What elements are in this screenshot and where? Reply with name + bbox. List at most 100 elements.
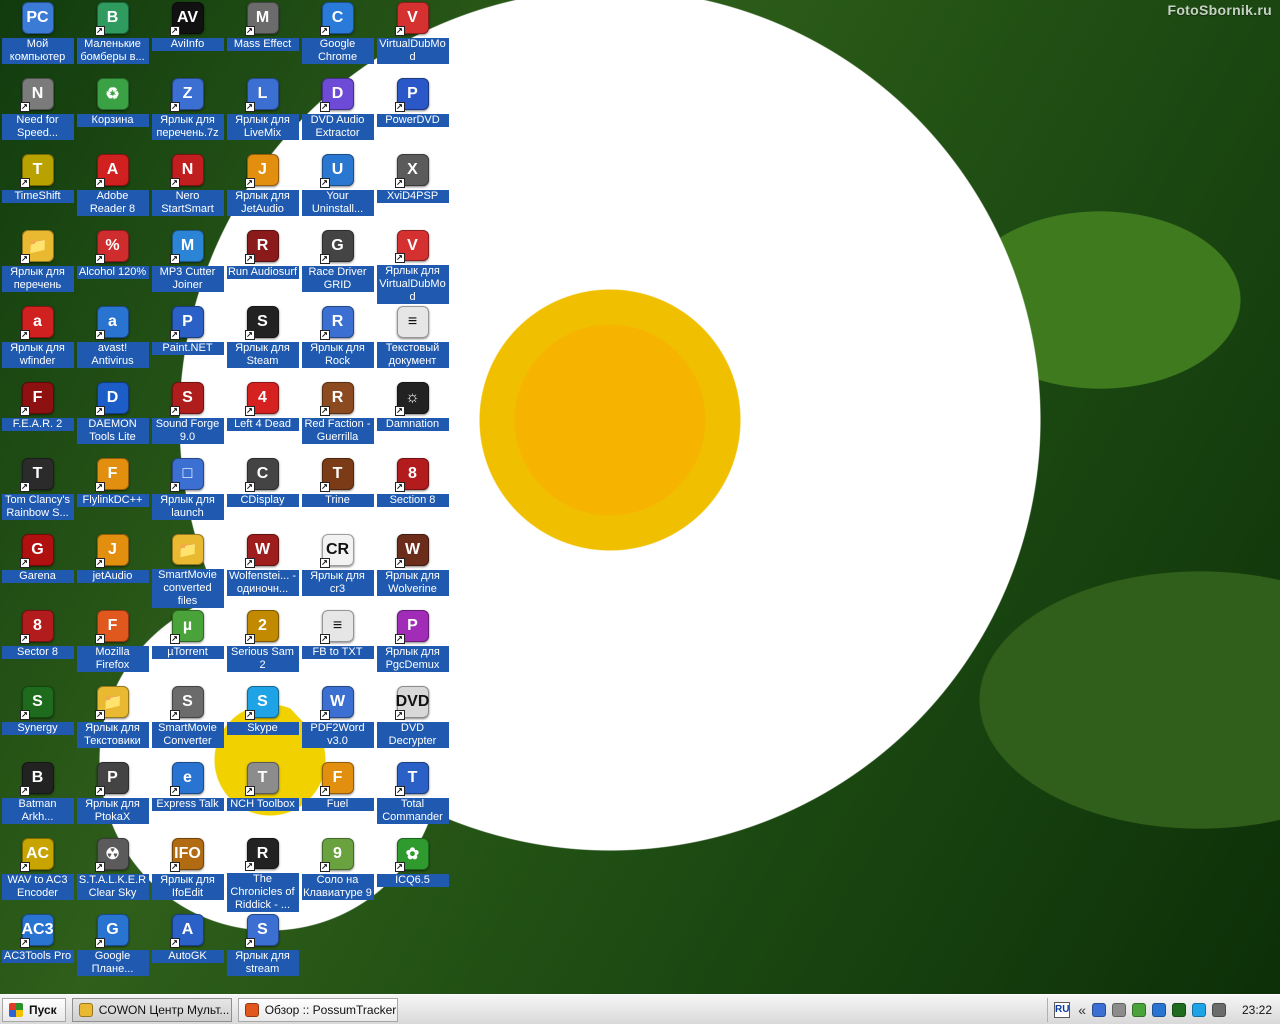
desktop-icon[interactable]: ✿ ↗ ICQ6.5 — [375, 836, 450, 912]
skype-icon[interactable] — [1192, 1002, 1206, 1017]
desktop-icon[interactable]: S ↗ Ярлык для Steam — [225, 304, 300, 380]
desktop-icon[interactable]: W ↗ Ярлык для Wolverine — [375, 532, 450, 608]
network-icon[interactable] — [1152, 1002, 1166, 1017]
desktop-icon[interactable]: A ↗ AutoGK — [150, 912, 225, 988]
desktop-icon[interactable]: V ↗ VirtualDubMod — [375, 0, 450, 76]
desktop-icon[interactable]: S ↗ Synergy — [0, 684, 75, 760]
shortcut-arrow-icon: ↗ — [244, 26, 255, 36]
desktop-icon[interactable]: ≡ ↗ FB to TXT — [300, 608, 375, 684]
desktop-icon[interactable]: G ↗ Google Плане... — [75, 912, 150, 988]
desktop-icon[interactable]: 📁 SmartMovie converted files — [150, 532, 225, 608]
desktop-icon[interactable]: T ↗ TimeShift — [0, 152, 75, 228]
desktop-icon[interactable]: T ↗ Trine — [300, 456, 375, 532]
tray-expand-button[interactable]: « — [1078, 1002, 1086, 1018]
desktop-icon[interactable]: U ↗ Your Uninstall... — [300, 152, 375, 228]
desktop-icon[interactable]: P ↗ PowerDVD — [375, 76, 450, 152]
desktop-icon-label: Total Commander — [376, 798, 449, 824]
app-icon: ♻ — [96, 78, 129, 110]
desktop-icon[interactable]: AC3 ↗ AC3Tools Pro — [0, 912, 75, 988]
settings-icon[interactable] — [1212, 1002, 1226, 1017]
desktop-icon-label: Damnation — [376, 418, 449, 431]
desktop-icon[interactable]: DVD ↗ DVD Decrypter — [375, 684, 450, 760]
desktop-icon[interactable]: P ↗ Ярлык для PgcDemux — [375, 608, 450, 684]
desktop-icon[interactable]: 📁 ↗ Ярлык для перечень — [0, 228, 75, 304]
utorrent-icon[interactable] — [1132, 1002, 1146, 1017]
taskbar-item-browser[interactable]: Обзор :: PossumTracker ... — [237, 997, 398, 1022]
desktop-icon[interactable]: F ↗ Mozilla Firefox — [75, 608, 150, 684]
desktop-icon[interactable]: V ↗ Ярлык для VirtualDubMod — [375, 228, 450, 304]
desktop-icon[interactable]: P ↗ Ярлык для PtokaX — [75, 760, 150, 836]
desktop-icon[interactable]: F ↗ Fuel — [300, 760, 375, 836]
desktop-icon[interactable]: 9 ↗ Соло на Клавиатуре 9 — [300, 836, 375, 912]
desktop-icon[interactable]: R ↗ Run Audiosurf — [225, 228, 300, 304]
desktop-icon[interactable]: W ↗ PDF2Word v3.0 — [300, 684, 375, 760]
desktop-icon[interactable]: ♻ Корзина — [75, 76, 150, 152]
desktop-icon[interactable]: □ ↗ Ярлык для launch — [150, 456, 225, 532]
desktop-icon[interactable]: M ↗ Mass Effect — [225, 0, 300, 76]
start-button[interactable]: Пуск — [2, 997, 66, 1022]
desktop-icon[interactable]: e ↗ Express Talk — [150, 760, 225, 836]
shortcut-arrow-icon: ↗ — [94, 330, 105, 340]
desktop-icon-label: Корзина — [76, 114, 149, 127]
desktop-icon[interactable]: IFO ↗ Ярлык для IfoEdit — [150, 836, 225, 912]
desktop-icon[interactable]: a ↗ avast! Antivirus — [75, 304, 150, 380]
desktop-icon[interactable]: ≡ Текстовый документ — [375, 304, 450, 380]
desktop-icon[interactable]: A ↗ Adobe Reader 8 — [75, 152, 150, 228]
desktop-icon[interactable]: N ↗ Nero StartSmart — [150, 152, 225, 228]
desktop-icon-label: XviD4PSP — [376, 190, 449, 203]
app-icon: R ↗ — [244, 230, 279, 264]
clock[interactable]: 23:22 — [1238, 1003, 1272, 1017]
desktop-icon[interactable]: ☼ ↗ Damnation — [375, 380, 450, 456]
desktop-icon[interactable]: 2 ↗ Serious Sam 2 — [225, 608, 300, 684]
desktop-icon[interactable]: F ↗ FlylinkDC++ — [75, 456, 150, 532]
desktop-icon[interactable]: R ↗ Ярлык для Rock — [300, 304, 375, 380]
desktop-icon[interactable]: AV ↗ AviInfo — [150, 0, 225, 76]
desktop-icon[interactable]: B ↗ Batman Arkh... — [0, 760, 75, 836]
taskbar-item-cowon[interactable]: COWON Центр Мульт... — [71, 997, 232, 1022]
desktop-icon[interactable]: M ↗ MP3 Cutter Joiner — [150, 228, 225, 304]
desktop-icon[interactable]: Z ↗ Ярлык для перечень.7z — [150, 76, 225, 152]
desktop-icon[interactable]: D ↗ DVD Audio Extractor — [300, 76, 375, 152]
antivirus-icon[interactable] — [1172, 1002, 1186, 1017]
desktop-icon[interactable]: N ↗ Need for Speed... — [0, 76, 75, 152]
desktop-icon[interactable]: C ↗ CDisplay — [225, 456, 300, 532]
desktop-icon[interactable]: J ↗ Ярлык для JetAudio — [225, 152, 300, 228]
desktop-icon-label: Google Плане... — [76, 950, 149, 976]
desktop-icon[interactable]: R ↗ The Chronicles of Riddick - ... — [225, 836, 300, 912]
desktop-icon[interactable]: J ↗ jetAudio — [75, 532, 150, 608]
desktop-icon[interactable]: P ↗ Paint.NET — [150, 304, 225, 380]
desktop-icon[interactable]: W ↗ Wolfenstei... - одиночн... — [225, 532, 300, 608]
desktop-icon-label: MP3 Cutter Joiner — [151, 266, 224, 292]
desktop-icon[interactable]: 4 ↗ Left 4 Dead — [225, 380, 300, 456]
desktop-icon[interactable]: S ↗ Ярлык для stream — [225, 912, 300, 988]
desktop-icon[interactable]: PC Мой компьютер — [0, 0, 75, 76]
desktop-icon[interactable]: F ↗ F.E.A.R. 2 — [0, 380, 75, 456]
desktop-icon[interactable]: % ↗ Alcohol 120% — [75, 228, 150, 304]
desktop-icon[interactable]: S ↗ SmartMovie Converter — [150, 684, 225, 760]
desktop-icon[interactable]: B ↗ Маленькие бомберы в... — [75, 0, 150, 76]
desktop-icon[interactable]: ☢ ↗ S.T.A.L.K.E.R Clear Sky — [75, 836, 150, 912]
desktop-icon[interactable]: T ↗ Tom Clancy's Rainbow S... — [0, 456, 75, 532]
monitor-icon[interactable] — [1092, 1002, 1106, 1017]
desktop-icon[interactable]: C ↗ Google Chrome — [300, 0, 375, 76]
desktop-icon[interactable]: T ↗ NCH Toolbox — [225, 760, 300, 836]
desktop-icon[interactable]: G ↗ Race Driver GRID — [300, 228, 375, 304]
desktop-icon[interactable]: 📁 ↗ Ярлык для Текстовики — [75, 684, 150, 760]
desktop-icon[interactable]: µ ↗ µTorrent — [150, 608, 225, 684]
desktop-icon[interactable]: D ↗ DAEMON Tools Lite — [75, 380, 150, 456]
desktop-icon[interactable]: G ↗ Garena — [0, 532, 75, 608]
desktop-icon[interactable]: T ↗ Total Commander — [375, 760, 450, 836]
desktop-icon[interactable]: X ↗ XviD4PSP — [375, 152, 450, 228]
desktop-icon[interactable]: a ↗ Ярлык для wfinder — [0, 304, 75, 380]
desktop-icon[interactable]: S ↗ Skype — [225, 684, 300, 760]
desktop-icon-label: AutoGK — [151, 950, 224, 963]
desktop-icon[interactable]: R ↗ Red Faction - Guerrilla — [300, 380, 375, 456]
desktop-icon[interactable]: AC ↗ WAV to AC3 Encoder — [0, 836, 75, 912]
desktop-icon[interactable]: L ↗ Ярлык для LiveMix — [225, 76, 300, 152]
desktop-icon[interactable]: 8 ↗ Section 8 — [375, 456, 450, 532]
desktop-icon[interactable]: 8 ↗ Sector 8 — [0, 608, 75, 684]
desktop-icon[interactable]: S ↗ Sound Forge 9.0 — [150, 380, 225, 456]
language-indicator[interactable]: RU — [1054, 1001, 1071, 1018]
speaker-icon[interactable] — [1112, 1002, 1126, 1017]
desktop-icon[interactable]: CR ↗ Ярлык для cr3 — [300, 532, 375, 608]
